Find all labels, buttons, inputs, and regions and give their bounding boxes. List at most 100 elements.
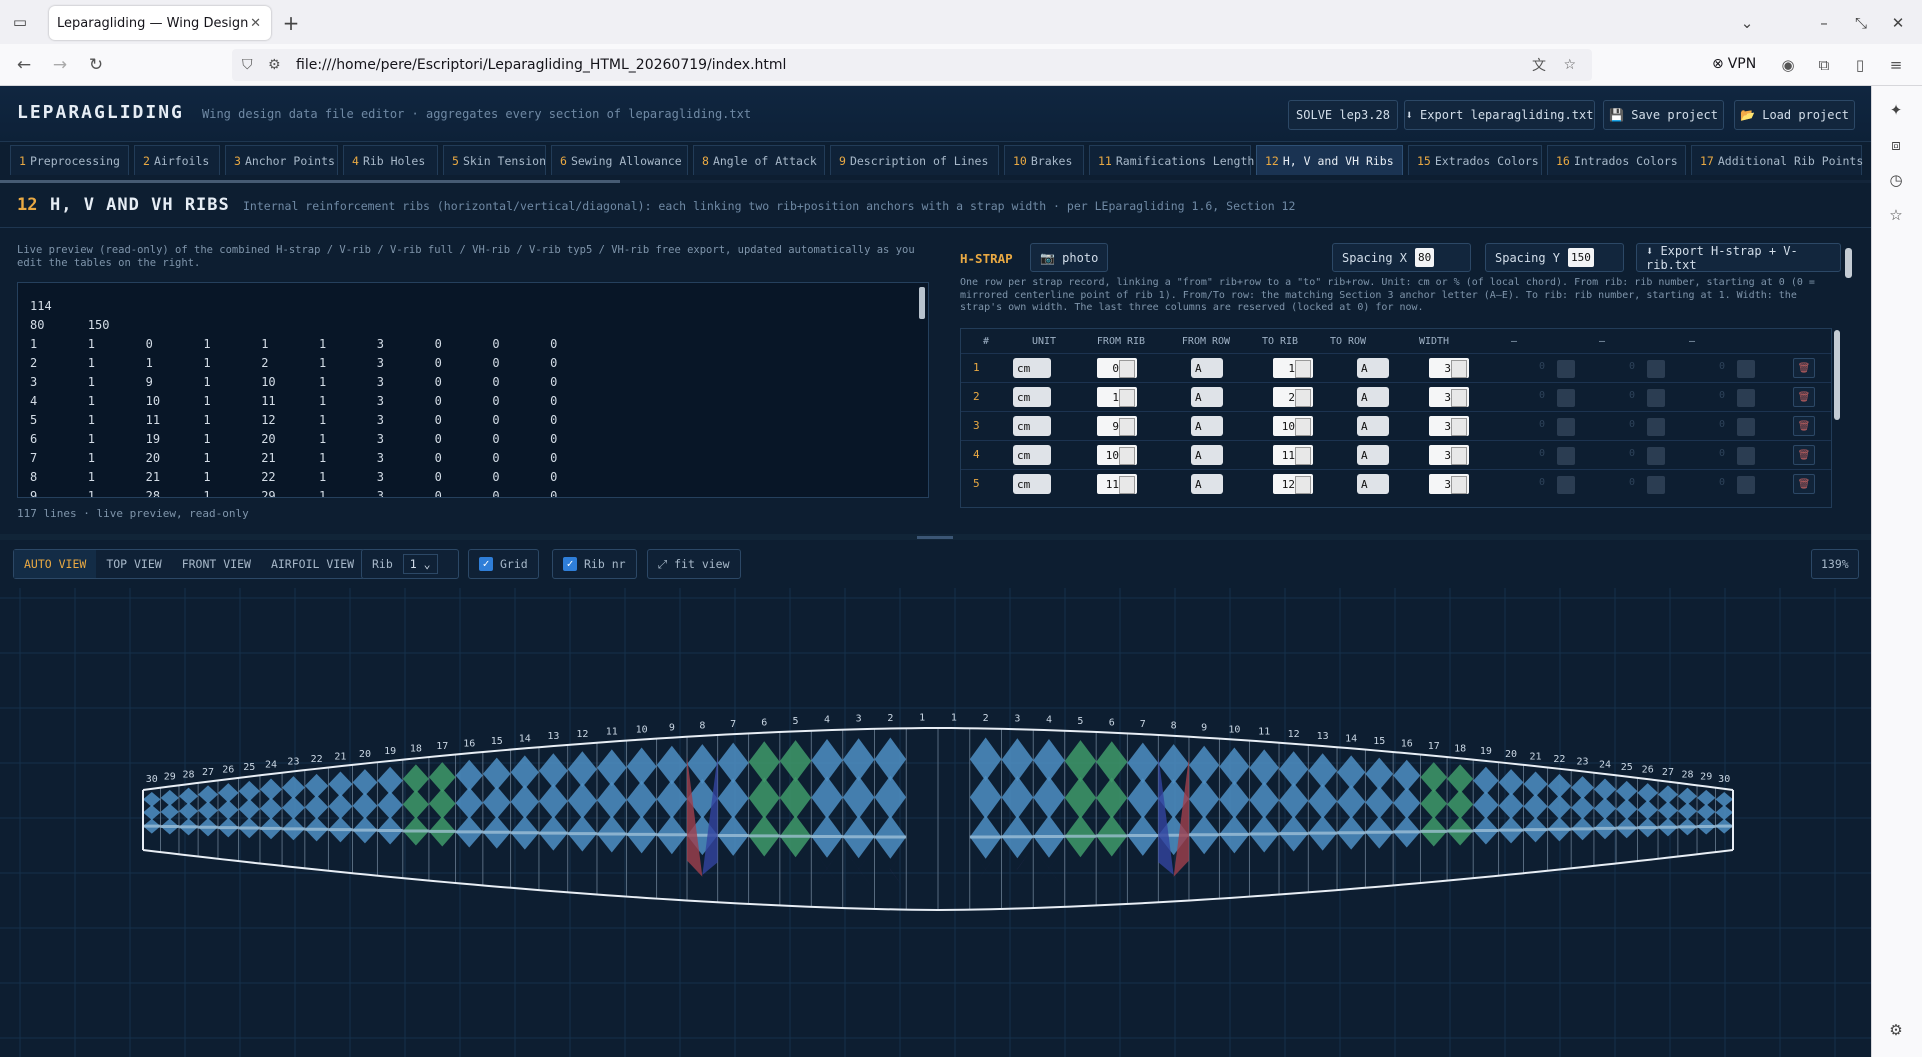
unit-select[interactable]: cm bbox=[1013, 416, 1051, 436]
fit-view-button[interactable]: ⤢ fit view bbox=[647, 549, 741, 579]
width-input[interactable]: 3 bbox=[1429, 358, 1469, 378]
account-icon[interactable]: ◉ bbox=[1774, 51, 1802, 79]
browser-tab[interactable]: Leparagliding — Wing Design Dat ✕ bbox=[49, 6, 271, 40]
history-icon[interactable]: ◷ bbox=[1882, 166, 1910, 194]
spacing-y-input[interactable]: 150 bbox=[1568, 248, 1594, 267]
export-hstrap-button[interactable]: ⬇ Export H-strap + V-rib.txt bbox=[1636, 243, 1841, 272]
delete-row-icon[interactable]: 🗑 bbox=[1793, 387, 1815, 407]
preview-textarea[interactable]: 114 80 150 1 1 0 1 1 1 3 0 0 0 2 1 1 1 2 1 … bbox=[17, 282, 929, 498]
from-rib-input[interactable]: 1 bbox=[1097, 387, 1137, 407]
tab-section-9[interactable]: 9 Description of Lines bbox=[830, 145, 999, 175]
settings-gear-icon[interactable]: ⚙ bbox=[1882, 1016, 1910, 1044]
sidebar-toggle-icon[interactable]: ▯ bbox=[1846, 51, 1874, 79]
tab-section-10[interactable]: 10 Brakes bbox=[1004, 145, 1084, 175]
width-input[interactable]: 3 bbox=[1429, 445, 1469, 465]
shield-icon[interactable]: ⛉ bbox=[242, 57, 253, 73]
export-file-button[interactable]: ⬇ Export leparagliding.txt bbox=[1404, 100, 1595, 130]
close-tab-icon[interactable]: ✕ bbox=[250, 16, 261, 31]
from-row-select[interactable]: A bbox=[1191, 416, 1223, 436]
from-rib-input[interactable]: 11 bbox=[1097, 474, 1137, 494]
to-rib-input[interactable]: 10 bbox=[1273, 416, 1313, 436]
width-input[interactable]: 3 bbox=[1429, 474, 1469, 494]
to-rib-input[interactable]: 1 bbox=[1273, 358, 1313, 378]
unit-select[interactable]: cm bbox=[1013, 358, 1051, 378]
chevron-down-icon[interactable]: ⌄ bbox=[1733, 9, 1761, 37]
close-window-icon[interactable]: ✕ bbox=[1884, 9, 1912, 37]
tab-section-16[interactable]: 16 Intrados Colors bbox=[1547, 145, 1686, 175]
translate-icon[interactable]: 文 bbox=[1532, 55, 1546, 75]
ai-chat-icon[interactable]: ✦ bbox=[1882, 96, 1910, 124]
from-row-select[interactable]: A bbox=[1191, 474, 1223, 494]
ribnr-checkbox[interactable]: ✓ bbox=[563, 557, 577, 571]
delete-row-icon[interactable]: 🗑 bbox=[1793, 358, 1815, 378]
rib-select[interactable]: 1 ⌄ bbox=[402, 554, 438, 574]
grid-checkbox[interactable]: ✓ bbox=[479, 557, 493, 571]
panel-scrollbar[interactable] bbox=[1845, 248, 1852, 278]
to-row-select[interactable]: A bbox=[1357, 358, 1389, 378]
tab-section-17[interactable]: 17 Additional Rib Points bbox=[1691, 145, 1863, 175]
from-rib-input[interactable]: 0 bbox=[1097, 358, 1137, 378]
restore-icon[interactable]: ⤡ bbox=[1847, 9, 1875, 37]
from-rib-input[interactable]: 9 bbox=[1097, 416, 1137, 436]
view-button-front-view[interactable]: FRONT VIEW bbox=[172, 550, 261, 578]
view-button-auto-view[interactable]: AUTO VIEW bbox=[14, 550, 97, 578]
spacing-x-input[interactable]: 80 bbox=[1415, 248, 1435, 267]
from-row-select[interactable]: A bbox=[1191, 387, 1223, 407]
forward-icon[interactable]: → bbox=[46, 51, 74, 79]
url-bar[interactable]: ⛉ ⚙ file:///home/pere/Escriptori/Leparag… bbox=[232, 49, 1592, 81]
load-project-button[interactable]: 📂 Load project bbox=[1734, 100, 1855, 130]
tab-section-2[interactable]: 2 Airfoils bbox=[134, 145, 220, 175]
from-row-select[interactable]: A bbox=[1191, 445, 1223, 465]
solve-version-badge[interactable]: SOLVE lep3.28 bbox=[1288, 100, 1398, 130]
extensions-icon[interactable]: ⧉ bbox=[1810, 51, 1838, 79]
tab-section-3[interactable]: 3 Anchor Points bbox=[225, 145, 338, 175]
ribnr-toggle[interactable]: ✓ Rib nr bbox=[552, 549, 637, 579]
from-row-select[interactable]: A bbox=[1191, 358, 1223, 378]
tab-section-1[interactable]: 1 Preprocessing bbox=[10, 145, 129, 175]
delete-row-icon[interactable]: 🗑 bbox=[1793, 474, 1815, 494]
tab-section-6[interactable]: 6 Sewing Allowance bbox=[551, 145, 688, 175]
to-rib-input[interactable]: 12 bbox=[1273, 474, 1313, 494]
tab-section-12[interactable]: 12 H, V and VH Ribs bbox=[1256, 145, 1403, 175]
tab-section-4[interactable]: 4 Rib Holes bbox=[343, 145, 438, 175]
width-input[interactable]: 3 bbox=[1429, 416, 1469, 436]
synced-tabs-icon[interactable]: ⧈ bbox=[1882, 131, 1910, 159]
unit-select[interactable]: cm bbox=[1013, 387, 1051, 407]
tab-section-11[interactable]: 11 Ramifications Length bbox=[1089, 145, 1254, 175]
save-project-button[interactable]: 💾 Save project bbox=[1603, 100, 1724, 130]
to-row-select[interactable]: A bbox=[1357, 416, 1389, 436]
back-icon[interactable]: ← bbox=[10, 51, 38, 79]
photo-button[interactable]: 📷 photo bbox=[1030, 243, 1109, 272]
to-rib-input[interactable]: 11 bbox=[1273, 445, 1313, 465]
vpn-status[interactable]: ⊗ VPN bbox=[1712, 56, 1756, 72]
to-row-select[interactable]: A bbox=[1357, 445, 1389, 465]
tab-section-5[interactable]: 5 Skin Tension bbox=[443, 145, 546, 175]
width-input[interactable]: 3 bbox=[1429, 387, 1469, 407]
reload-icon[interactable]: ↻ bbox=[82, 51, 110, 79]
preview-scrollbar[interactable] bbox=[919, 287, 925, 319]
grid-toggle[interactable]: ✓ Grid bbox=[468, 549, 539, 579]
delete-row-icon[interactable]: 🗑 bbox=[1793, 445, 1815, 465]
to-rib-input[interactable]: 2 bbox=[1273, 387, 1313, 407]
page-info-icon[interactable]: ⚙ bbox=[268, 57, 281, 73]
bookmarks-icon[interactable]: ☆ bbox=[1882, 201, 1910, 229]
view-button-airfoil-view[interactable]: AIRFOIL VIEW bbox=[261, 550, 364, 578]
from-rib-input[interactable]: 10 bbox=[1097, 445, 1137, 465]
new-tab-icon[interactable]: + bbox=[277, 9, 305, 37]
unit-select[interactable]: cm bbox=[1013, 445, 1051, 465]
tab-section-8[interactable]: 8 Angle of Attack bbox=[693, 145, 825, 175]
splitter-handle[interactable] bbox=[917, 536, 953, 539]
wing-planform-svg[interactable]: 11 22 33 44 55 66 77 88 99 1010 1111 1212 1313 1414 15… bbox=[0, 588, 1871, 1057]
unit-select[interactable]: cm bbox=[1013, 474, 1051, 494]
tab-list-icon[interactable]: ▭ bbox=[6, 8, 34, 36]
delete-row-icon[interactable]: 🗑 bbox=[1793, 416, 1815, 436]
tab-section-15[interactable]: 15 Extrados Colors bbox=[1408, 145, 1542, 175]
to-row-select[interactable]: A bbox=[1357, 474, 1389, 494]
bookmark-star-icon[interactable]: ☆ bbox=[1563, 57, 1576, 73]
minimize-icon[interactable]: – bbox=[1810, 9, 1838, 37]
table-scrollbar[interactable] bbox=[1834, 330, 1840, 420]
view-button-top-view[interactable]: TOP VIEW bbox=[96, 550, 171, 578]
wing-canvas[interactable]: 1 1 2 2 3 3 4 4 5 5 6 6 7 7 8 8 9 9 10 10 11 11 12 12 13 13 14 14 15… bbox=[0, 588, 1871, 1057]
to-row-select[interactable]: A bbox=[1357, 387, 1389, 407]
menu-icon[interactable]: ≡ bbox=[1882, 51, 1910, 79]
